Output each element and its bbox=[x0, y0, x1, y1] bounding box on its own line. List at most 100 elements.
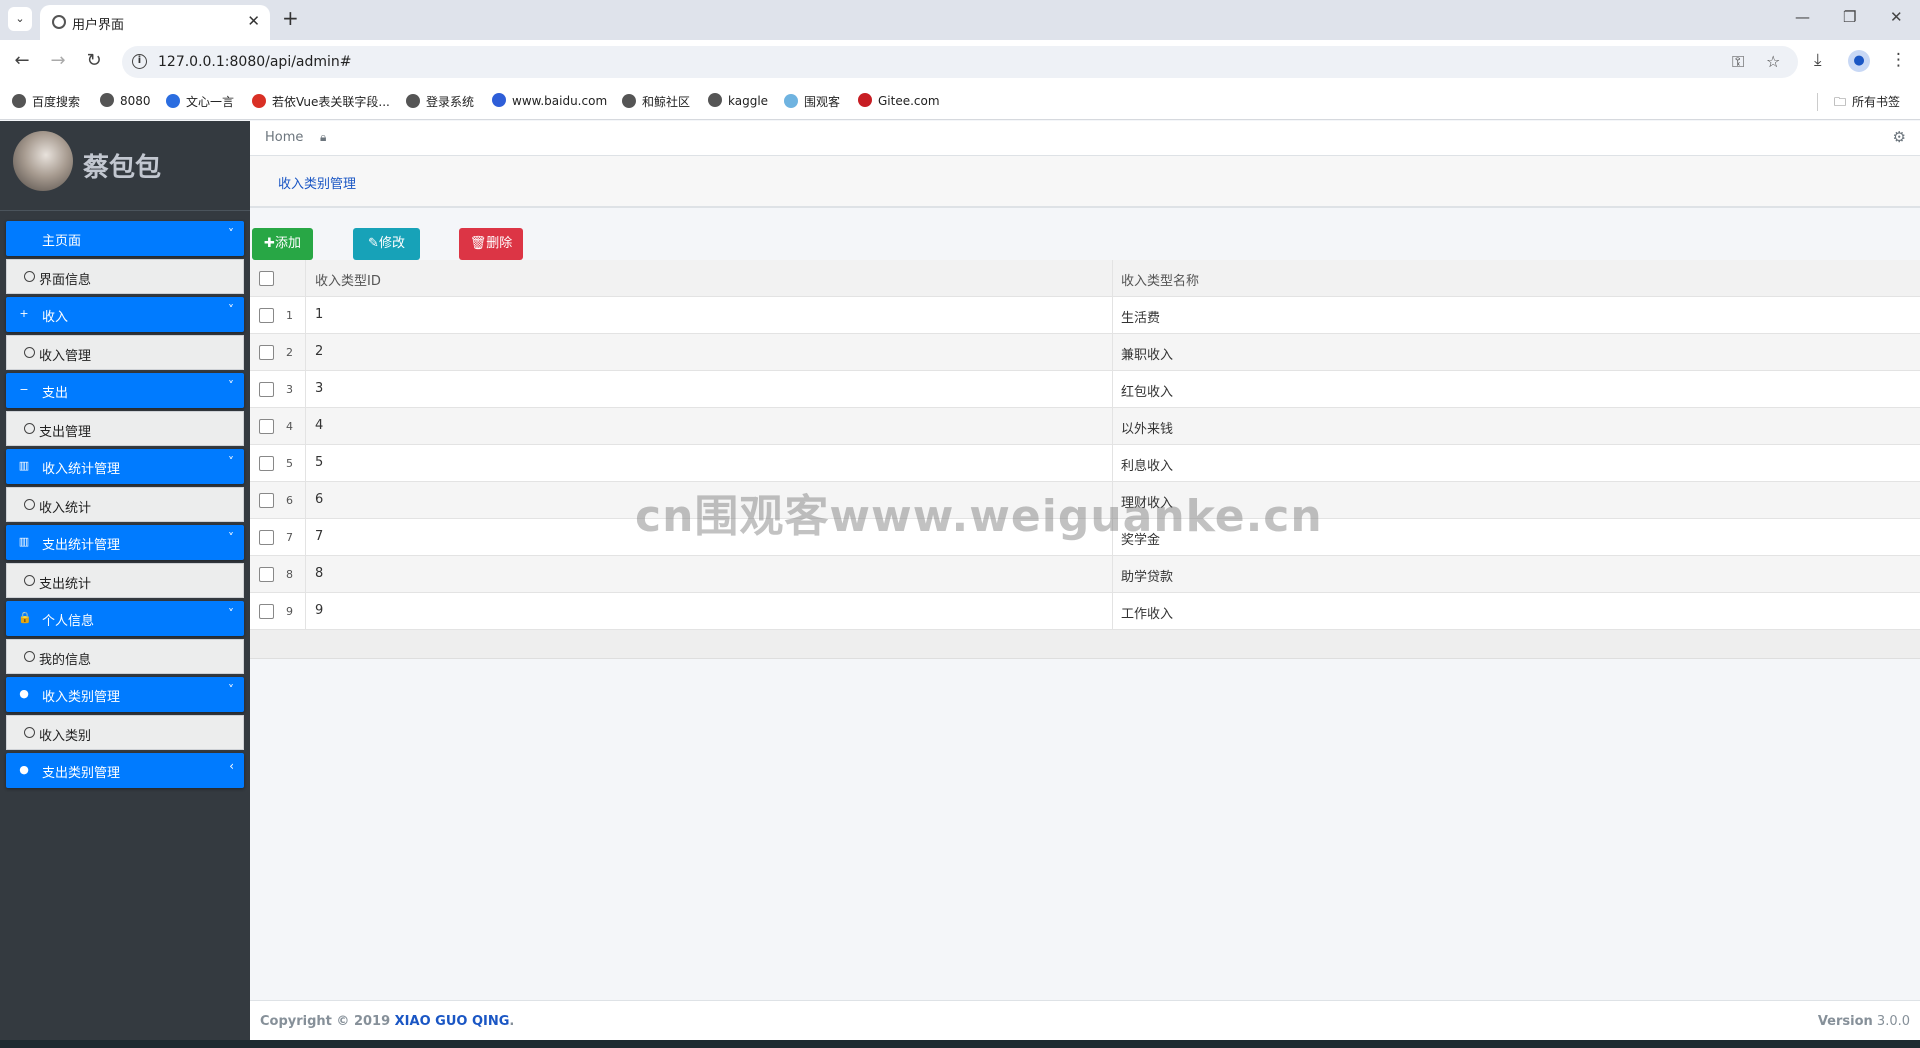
bar-chart-icon: ▥ bbox=[18, 535, 30, 548]
column-divider bbox=[1112, 371, 1113, 407]
sidebar-menu-header[interactable]: ▥ 支出统计管理 ˅ bbox=[6, 525, 244, 560]
avatar[interactable] bbox=[13, 131, 73, 191]
sidebar-subitem[interactable]: 收入统计 bbox=[6, 487, 244, 522]
site-info-icon[interactable]: i bbox=[132, 54, 147, 69]
sidebar-item-label: 收入类别 bbox=[39, 729, 92, 744]
home-link[interactable]: Home bbox=[265, 130, 303, 145]
row-checkbox[interactable] bbox=[259, 308, 274, 323]
bookmark-item[interactable]: 围观客 bbox=[784, 93, 840, 110]
table-row[interactable]: 5 5 利息收入 bbox=[250, 445, 1920, 482]
os-taskbar bbox=[0, 1040, 1920, 1048]
sidebar-menu-header[interactable]: − 支出 ˅ bbox=[6, 373, 244, 408]
table-row[interactable]: 1 1 生活费 bbox=[250, 297, 1920, 334]
wenxin-icon bbox=[166, 94, 180, 108]
sidebar-menu-header[interactable]: ▥ 收入统计管理 ˅ bbox=[6, 449, 244, 484]
page-footer: Copyright © 2019 XIAO GUO QING. Version … bbox=[250, 1000, 1920, 1040]
back-icon[interactable]: ← bbox=[10, 50, 34, 71]
download-icon[interactable]: ⤓ bbox=[1814, 50, 1822, 70]
password-key-icon[interactable]: ⚿ bbox=[1732, 52, 1744, 72]
url-text[interactable]: 127.0.0.1:8080/api/admin# bbox=[158, 54, 352, 70]
sidebar-subitem[interactable]: 收入管理 bbox=[6, 335, 244, 370]
bookmark-item[interactable]: 百度搜索 bbox=[12, 93, 80, 110]
bookmark-item[interactable]: 若依Vue表关联字段... bbox=[252, 93, 390, 110]
sidebar-menu-header[interactable]: ● 支出类别管理 ‹ bbox=[6, 753, 244, 788]
bookmark-separator bbox=[1817, 93, 1818, 111]
minimize-icon[interactable]: — bbox=[1795, 8, 1810, 26]
bookmark-item[interactable]: 和鲸社区 bbox=[622, 93, 690, 110]
cell-income-type-id: 5 bbox=[315, 455, 324, 470]
row-checkbox[interactable] bbox=[259, 493, 274, 508]
browser-tab[interactable]: 用户界面 ✕ bbox=[40, 5, 270, 40]
gear-icon[interactable]: ⚙ bbox=[1893, 128, 1906, 146]
bookmark-item[interactable]: 文心一言 bbox=[166, 93, 234, 110]
column-header-name[interactable]: 收入类型名称 bbox=[1121, 270, 1199, 289]
table-row[interactable]: 8 8 助学贷款 bbox=[250, 556, 1920, 593]
sidebar-menu-header[interactable]: + 收入 ˅ bbox=[6, 297, 244, 332]
table-row[interactable]: 2 2 兼职收入 bbox=[250, 334, 1920, 371]
sidebar-menu-header[interactable]: ● 收入类别管理 ˅ bbox=[6, 677, 244, 712]
sidebar-subitem[interactable]: 我的信息 bbox=[6, 639, 244, 674]
row-index: 2 bbox=[286, 346, 293, 359]
row-index: 6 bbox=[286, 494, 293, 507]
bookmark-item[interactable]: www.baidu.com bbox=[492, 93, 607, 108]
circle-icon: ● bbox=[19, 687, 29, 700]
table-row[interactable]: 4 4 以外来钱 bbox=[250, 408, 1920, 445]
row-checkbox[interactable] bbox=[259, 530, 274, 545]
gitee-icon bbox=[858, 93, 872, 107]
tab-search-button[interactable]: ⌄ bbox=[8, 7, 32, 31]
close-tab-icon[interactable]: ✕ bbox=[247, 12, 260, 30]
circle-outline-icon bbox=[24, 575, 35, 586]
bookmark-item[interactable]: 登录系统 bbox=[406, 93, 474, 110]
profile-avatar-icon[interactable]: ● bbox=[1848, 50, 1870, 72]
bookmark-item[interactable]: kaggle bbox=[708, 93, 768, 108]
row-checkbox[interactable] bbox=[259, 567, 274, 582]
column-divider bbox=[1112, 445, 1113, 481]
row-checkbox[interactable] bbox=[259, 419, 274, 434]
row-index: 4 bbox=[286, 420, 293, 433]
cell-income-type-name: 利息收入 bbox=[1121, 459, 1174, 474]
address-bar[interactable]: i 127.0.0.1:8080/api/admin# ⚿ ☆ bbox=[122, 46, 1798, 78]
sidebar-subitem[interactable]: 收入类别 bbox=[6, 715, 244, 750]
all-bookmarks-folder[interactable]: 🗀 所有书签 bbox=[1834, 93, 1900, 114]
user-name[interactable]: 蔡包包 bbox=[83, 147, 161, 184]
row-checkbox[interactable] bbox=[259, 345, 274, 360]
bookmark-item[interactable]: 8080 bbox=[100, 93, 151, 108]
reload-icon[interactable]: ↻ bbox=[82, 50, 106, 71]
row-checkbox[interactable] bbox=[259, 604, 274, 619]
add-button[interactable]: ✚添加 bbox=[252, 228, 313, 260]
column-divider bbox=[305, 297, 306, 333]
select-all-checkbox[interactable] bbox=[259, 271, 274, 286]
bookmark-item[interactable]: Gitee.com bbox=[858, 93, 940, 108]
row-checkbox[interactable] bbox=[259, 382, 274, 397]
restore-icon[interactable]: ❐ bbox=[1843, 8, 1856, 26]
column-header-id[interactable]: 收入类型ID bbox=[315, 270, 381, 289]
table-footer bbox=[250, 630, 1920, 659]
sidebar-subitem[interactable]: 界面信息 bbox=[6, 259, 244, 294]
brand-link[interactable]: XIAO GUO QING bbox=[395, 1014, 510, 1029]
window-close-icon[interactable]: ✕ bbox=[1890, 8, 1903, 26]
edit-button[interactable]: ✎修改 bbox=[353, 228, 420, 260]
sidebar-menu-header[interactable]: 🔒 个人信息 ˅ bbox=[6, 601, 244, 636]
sidebar-menu-header[interactable]: 主页面 ˅ bbox=[6, 221, 244, 256]
bookmarks-bar: 百度搜索 8080 文心一言 若依Vue表关联字段... 登录系统 www.baidu.c… bbox=[0, 84, 1920, 120]
delete-button[interactable]: 🗑︎删除 bbox=[459, 228, 523, 260]
main-content: Home 🔒︎ ⚙ 收入类别管理 ✚添加 ✎修改 🗑︎删除 收入类型ID 收入类… bbox=[250, 121, 1920, 1040]
table-row[interactable]: 9 9 工作收入 bbox=[250, 593, 1920, 630]
column-divider bbox=[305, 260, 306, 296]
row-checkbox[interactable] bbox=[259, 456, 274, 471]
tab-income-category-management[interactable]: 收入类别管理 bbox=[278, 173, 356, 192]
bookmark-star-icon[interactable]: ☆ bbox=[1766, 52, 1780, 71]
forward-icon[interactable]: → bbox=[46, 50, 70, 71]
chevron-icon: ˅ bbox=[228, 683, 234, 697]
more-menu-icon[interactable]: ⋮ bbox=[1890, 50, 1907, 70]
sidebar-subitem[interactable]: 支出管理 bbox=[6, 411, 244, 446]
table-row[interactable]: 3 3 红包收入 bbox=[250, 371, 1920, 408]
new-tab-button[interactable]: + bbox=[282, 6, 299, 30]
chevron-icon: ˅ bbox=[228, 455, 234, 469]
cell-income-type-id: 4 bbox=[315, 418, 324, 433]
top-navbar: Home 🔒︎ ⚙ bbox=[250, 121, 1920, 156]
sidebar-item-label: 支出管理 bbox=[39, 425, 92, 440]
apple-icon bbox=[18, 232, 30, 244]
sidebar-subitem[interactable]: 支出统计 bbox=[6, 563, 244, 598]
lock-icon[interactable]: 🔒︎ bbox=[320, 130, 326, 145]
